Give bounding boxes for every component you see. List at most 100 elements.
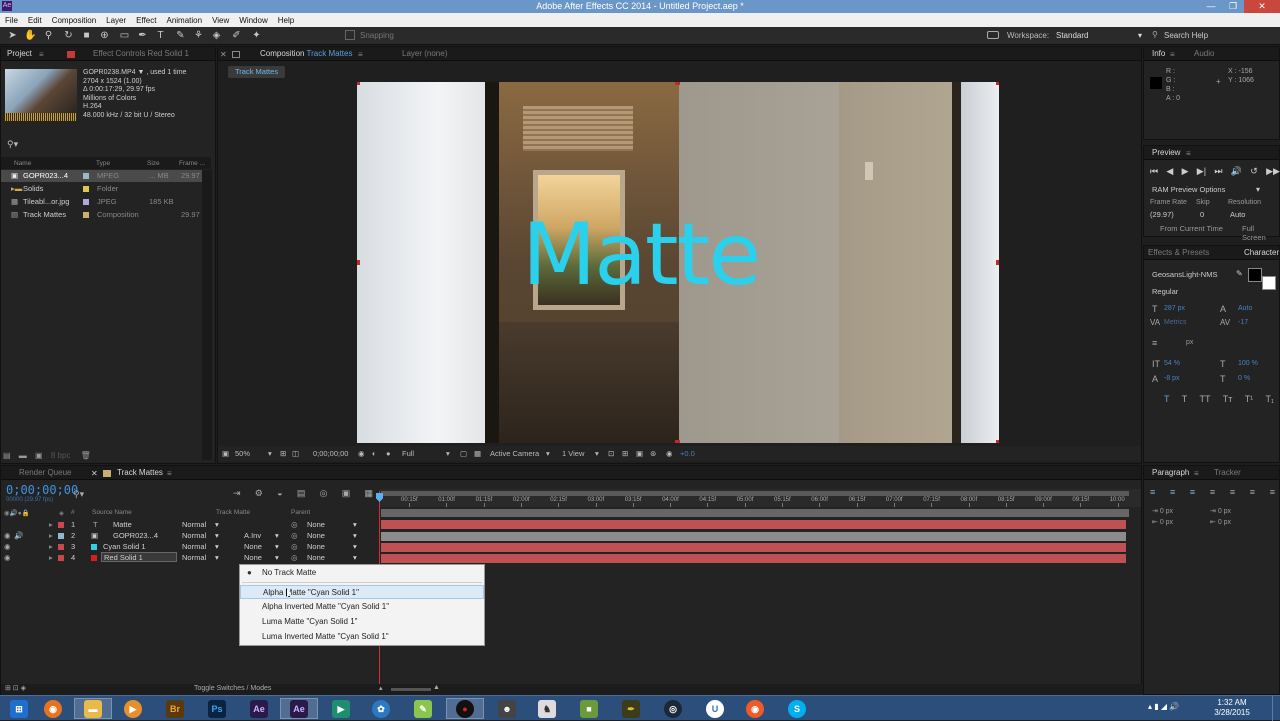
justify-center-icon[interactable]: ≡ [1230,487,1235,497]
selection-tool-icon[interactable]: ➤ [6,29,19,42]
bounding-handle[interactable] [357,82,360,85]
color-icon[interactable]: ● [386,446,391,461]
table-row[interactable]: ◉ ▸ 4 Red Solid 1 Normal ▾ None ▾ ◎ None… [1,552,379,563]
menu-layer[interactable]: Layer [101,16,131,25]
from-current-time-checkbox[interactable]: From Current Time [1160,224,1223,233]
expand-arrow-icon[interactable]: ▸ [49,552,53,563]
layer-bar-red-solid[interactable] [381,554,1126,563]
bounding-handle[interactable] [996,260,999,265]
taskbar-explorer[interactable]: ▬ [74,698,112,719]
views-dropdown[interactable]: 1 View [562,446,584,461]
menu-item-luma-matte[interactable]: Luma Matte "Cyan Solid 1" [240,615,484,629]
brainstorm-icon[interactable]: ▦ [364,488,373,499]
search-help-field[interactable]: Search Help [1164,31,1274,40]
play-icon[interactable]: ▶ [1182,166,1189,177]
taskbar-game[interactable]: ☻ [488,698,526,719]
tab-render-queue[interactable]: Render Queue [15,466,75,480]
workspace-dropdown[interactable]: Standard ▾ [1056,31,1144,40]
tsume-value[interactable]: 0 % [1238,375,1250,382]
new-folder-icon[interactable]: ▬ [19,451,27,460]
panel-menu-icon[interactable]: ≡ [39,50,44,59]
work-area-bar[interactable] [381,491,1129,496]
skip-dropdown[interactable]: 0 [1200,210,1204,219]
layer-switches-icon[interactable]: ⊞ ⊡ ◈ [5,684,26,692]
all-caps-icon[interactable]: TT [1200,394,1211,404]
timeline-icon[interactable]: ▣ [636,446,643,461]
panel-menu-icon[interactable]: ≡ [167,469,172,478]
layer-name[interactable]: GOPR023...4 [113,530,158,541]
start-button[interactable]: ⊞ [0,698,38,719]
blend-mode-dropdown[interactable]: Normal [182,530,206,541]
parent-dropdown[interactable]: None [307,530,325,541]
list-item[interactable]: ▸▬ Solids Folder [1,183,211,195]
zoom-in-icon[interactable]: ▲ [433,684,440,691]
eraser-tool-icon[interactable]: ◈ [210,29,223,42]
panel-menu-icon[interactable]: ≡ [1170,50,1175,59]
resolution-dropdown[interactable]: Auto [1230,210,1245,219]
loop-icon[interactable]: ↺ [1250,166,1258,177]
first-frame-icon[interactable]: ⏮ [1150,166,1158,177]
layer-label-color[interactable] [58,533,64,539]
taskbar-app-blue[interactable]: ✿ [362,698,400,719]
composition-mini-flowchart-icon[interactable]: ⇥ [233,488,241,499]
interpret-footage-icon[interactable]: ▤ [3,451,11,460]
superscript-icon[interactable]: T¹ [1245,394,1254,404]
snapping-checkbox[interactable] [345,30,355,40]
menu-effect[interactable]: Effect [131,16,161,25]
tab-tracker[interactable]: Tracker [1210,466,1245,480]
close-icon[interactable]: ✕ [220,50,227,59]
tab-character[interactable]: Character [1240,246,1280,260]
stroke-width-unit[interactable]: px [1186,339,1193,346]
menu-item-alpha-inverted-matte[interactable]: Alpha Inverted Matte "Cyan Solid 1" [240,600,484,614]
bounding-handle[interactable] [357,260,360,265]
roto-brush-tool-icon[interactable]: ✐ [230,29,243,42]
eyedropper-icon[interactable]: ✎ [1236,269,1243,278]
chevron-down-icon[interactable]: ▾ [1256,185,1260,194]
footage-name[interactable]: GOPR0238.MP4 ▼ , used 1 time [83,69,186,78]
space-after-field[interactable]: ⇤ 0 px [1210,517,1231,528]
mute-icon[interactable]: 🔊 [1231,166,1242,177]
tab-effects-presets[interactable]: Effects & Presets [1144,246,1213,260]
menu-edit[interactable]: Edit [23,16,47,25]
bounding-handle[interactable] [675,440,680,443]
taskbar-skype[interactable]: S [778,698,816,719]
track-matte-header[interactable]: Track Matte [216,509,250,516]
tab-project[interactable]: Project [3,47,36,61]
motion-blur-icon[interactable]: ◎ [320,488,328,499]
tab-effect-controls[interactable]: Effect Controls Red Solid 1 [89,47,193,61]
layer-bar-cyan-solid[interactable] [381,543,1126,552]
new-composition-icon[interactable]: ▣ [35,451,43,460]
tab-composition[interactable]: Composition Track Mattes [256,47,356,61]
tab-info[interactable]: Info [1148,47,1169,61]
table-row[interactable]: ▸ 1 T Matte Normal ▾ ◎ None ▾ [1,519,379,530]
pickwhip-icon[interactable]: ◎ [291,552,298,563]
justify-right-icon[interactable]: ≡ [1250,487,1255,497]
parent-header[interactable]: Parent [291,509,310,516]
project-scrollbar[interactable] [202,170,212,460]
pickwhip-icon[interactable]: ◎ [291,519,298,530]
maximize-button[interactable]: ❐ [1222,0,1244,13]
leading-value[interactable]: Auto [1238,305,1252,312]
track-matte-dropdown[interactable]: None [244,552,262,563]
fast-preview-icon[interactable]: ⊞ [622,446,628,461]
blend-mode-dropdown[interactable]: Normal [182,519,206,530]
menu-item-no-track-matte[interactable]: ● No Track Matte [240,566,484,580]
font-style-dropdown[interactable]: Regular [1152,287,1178,296]
rectangle-tool-icon[interactable]: ▭ [118,29,131,42]
taskbar-steam[interactable]: ◎ [654,698,692,719]
shy-icon[interactable]: ◒ [277,488,282,499]
table-row[interactable]: ◉ ▸ 3 Cyan Solid 1 Normal ▾ None ▾ ◎ Non… [1,541,379,552]
comp-breadcrumb[interactable]: Track Mattes [228,66,286,78]
layer-bar-footage[interactable] [381,532,1126,541]
subscript-icon[interactable]: T₁ [1265,394,1274,404]
eye-icon[interactable]: ◉ [4,552,11,563]
faux-bold-icon[interactable]: T [1164,394,1170,404]
last-frame-icon[interactable]: ⏭ [1214,166,1222,177]
small-caps-icon[interactable]: Tт [1223,394,1233,404]
matte-text-layer[interactable]: Matte [522,212,761,298]
taskbar-firefox[interactable]: ◉ [34,698,72,719]
list-item[interactable]: ▦ Tileabl...or.jpg JPEG 185 KB [1,196,211,208]
puppet-tool-icon[interactable]: ✦ [250,29,263,42]
fill-color-swatch[interactable] [1248,268,1262,282]
exposure-value[interactable]: +0.0 [680,446,695,461]
